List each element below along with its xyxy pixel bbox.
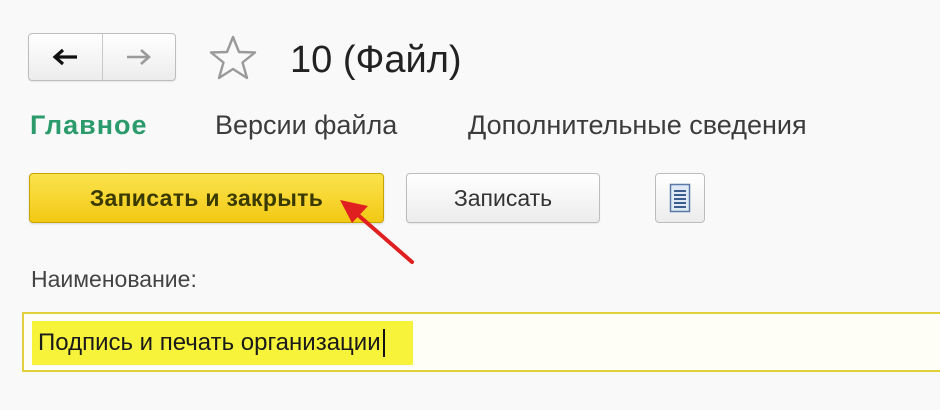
tab-main[interactable]: Главное bbox=[30, 107, 148, 143]
name-input-highlight: Подпись и печать организации bbox=[32, 321, 413, 365]
tab-additional-info[interactable]: Дополнительные сведения bbox=[468, 107, 807, 143]
forward-button[interactable] bbox=[101, 34, 176, 80]
name-input-value: Подпись и печать организации bbox=[38, 329, 381, 356]
name-field-label: Наименование: bbox=[31, 266, 197, 292]
page-title: 10 (Файл) bbox=[290, 39, 462, 81]
save-button[interactable]: Записать bbox=[406, 173, 600, 223]
red-arrow-icon bbox=[340, 200, 414, 264]
star-outline-icon[interactable] bbox=[208, 34, 258, 82]
list-menu-icon bbox=[669, 183, 691, 213]
arrow-left-icon bbox=[52, 48, 78, 66]
more-actions-button[interactable] bbox=[655, 173, 705, 223]
tab-file-versions[interactable]: Версии файла bbox=[215, 107, 397, 143]
text-caret bbox=[382, 329, 385, 357]
arrow-right-icon bbox=[126, 49, 151, 65]
back-button[interactable] bbox=[29, 34, 102, 80]
name-input[interactable]: Подпись и печать организации bbox=[22, 312, 940, 372]
navigation-buttons bbox=[28, 33, 176, 81]
